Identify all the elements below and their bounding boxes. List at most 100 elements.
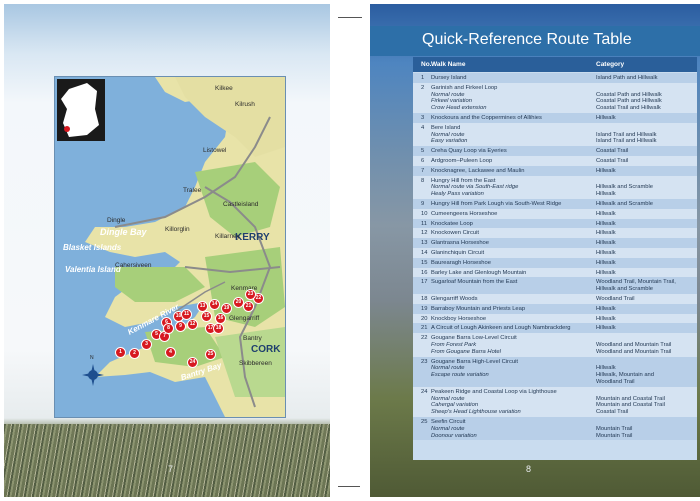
category-line: Hillwalk — [596, 220, 616, 227]
category-line — [596, 389, 696, 396]
route-marker[interactable]: 2 — [129, 348, 140, 359]
walk-name-cell: Peakeen Ridge and Coastal Loop via Light… — [431, 389, 601, 416]
walk-name: Knockatee Loop — [431, 220, 473, 227]
grass-photo — [4, 424, 330, 497]
walk-name: Gougane Barra High-Level Circuit — [431, 358, 518, 365]
route-marker[interactable]: 19 — [221, 303, 232, 314]
route-marker[interactable]: 15 — [201, 311, 212, 322]
walk-variation: Normal route — [431, 425, 465, 432]
compass-label: N — [90, 355, 94, 361]
walk-name-cell: Knockoura and the Coppermines of Allihie… — [431, 115, 601, 122]
walk-name-cell: Cumeengeera Horseshoe — [431, 211, 601, 218]
map-label-town: Kilrush — [235, 101, 255, 108]
walk-variation: Healy Pass variation — [431, 191, 484, 198]
walk-name-cell: A Circuit of Lough Akinkeen and Lough Na… — [431, 325, 601, 332]
walk-name: Barraboy Mountain and Priests Leap — [431, 305, 526, 312]
row-number: 1 — [421, 75, 425, 81]
walk-name: Peakeen Ridge and Coastal Loop via Light… — [431, 388, 557, 395]
table-row: 7 Knocknagree, Lackawee and Maulin Hillwal… — [413, 165, 697, 176]
category-line: Mountain and Coastal Trail — [596, 402, 665, 409]
page-number: 7 — [168, 464, 174, 474]
route-marker[interactable]: 4 — [165, 347, 176, 358]
table-row: 16 Barley Lake and Glenlough Mountain Hill… — [413, 267, 697, 278]
category-cell: Hillwalk Hillwalk, Mountain and Woodland T… — [596, 359, 696, 386]
category-cell: Hillwalk — [596, 325, 696, 332]
compass-icon — [82, 364, 104, 386]
walk-variation: Normal route — [431, 91, 465, 98]
route-map: Blasket Islands Dingle Bay Valentia Isla… — [54, 76, 286, 418]
walk-name: Bere Island — [431, 124, 461, 131]
route-marker[interactable]: 21 — [243, 301, 254, 312]
walk-name: Baurearagh Horseshoe — [431, 259, 491, 266]
walk-name: Glaninchiquin Circuit — [431, 250, 485, 256]
walk-name: Glantrasna Horseshoe — [431, 240, 489, 247]
row-number: 22 — [421, 335, 428, 342]
walk-name-cell: Knockatee Loop — [431, 221, 601, 228]
route-marker[interactable]: 12 — [187, 319, 198, 330]
route-marker[interactable]: 14 — [209, 299, 220, 310]
row-number: 4 — [421, 124, 425, 131]
category-line — [596, 419, 696, 426]
table-row: 6 Ardgroom–Puleen Loop Coastal Trail — [413, 156, 697, 166]
category-cell: Woodland and Mountain Trail Woodland and … — [596, 335, 696, 355]
route-marker[interactable]: 1 — [115, 347, 126, 358]
walk-name: Ardgroom–Puleen Loop — [431, 158, 493, 164]
column-header-walk-name: Walk Name — [431, 61, 466, 68]
walk-name-cell: Glengarriff Woods — [431, 296, 601, 303]
walk-variation: From Forest Park — [431, 341, 477, 348]
route-marker[interactable]: 24 — [187, 357, 198, 368]
category-line — [596, 335, 696, 342]
walk-name: Knocknagree, Lackawee and Maulin — [431, 167, 525, 174]
category-line — [596, 359, 696, 366]
walk-name: Glengarriff Woods — [431, 296, 478, 302]
route-marker[interactable]: 18 — [213, 323, 224, 334]
walk-name: Creha Quay Loop via Eyeries — [431, 148, 507, 155]
walk-name: Barley Lake and Glenlough Mountain — [431, 269, 527, 276]
route-marker[interactable]: 25 — [205, 349, 216, 360]
route-marker[interactable]: 3 — [141, 339, 152, 350]
category-cell: Island Trail and Hillwalk Island Trail an… — [596, 125, 696, 145]
walk-variation: Crow Head extension — [431, 105, 487, 112]
row-number: 7 — [421, 167, 425, 174]
walk-name-cell: Hungry Hill from Park Lough via South-We… — [431, 201, 601, 208]
table-row: 1 Dursey Island Island Path and Hillwalk — [413, 73, 697, 83]
table-row: 8 Hungry Hill from the East Normal route v… — [413, 175, 697, 199]
category-line — [596, 85, 696, 92]
category-line: Hillwalk — [596, 325, 616, 332]
row-number: 16 — [421, 269, 428, 276]
category-line: Island Trail and Hillwalk — [596, 131, 657, 138]
category-line: Island Trail and Hillwalk — [596, 138, 657, 145]
map-label-town: Tralee — [183, 187, 202, 194]
category-cell: Hillwalk — [596, 168, 696, 175]
route-marker[interactable]: 23 — [245, 289, 256, 300]
table-row: 17 Sugarloaf Mountain from the East Woodla… — [413, 277, 697, 294]
row-number: 20 — [421, 315, 428, 322]
table-row: 24 Peakeen Ridge and Coastal Loop via Lig… — [413, 386, 697, 417]
walk-variation: Escape route variation — [431, 372, 489, 379]
walk-name: Hungry Hill from Park Lough via South-We… — [431, 201, 562, 207]
category-line: Coastal Trail and Hillwalk — [596, 105, 661, 112]
row-number: 6 — [421, 158, 425, 164]
table-row: 9 Hungry Hill from Park Lough via South-W… — [413, 199, 697, 209]
right-page: Quick-Reference Route Table No. Walk Nam… — [370, 4, 700, 497]
walk-name-cell: Baurearagh Horseshoe — [431, 260, 601, 267]
category-cell: Hillwalk — [596, 270, 696, 277]
category-cell: Coastal Path and Hillwalk Coastal Path an… — [596, 85, 696, 112]
walk-name-cell: Knockowen Circuit — [431, 230, 601, 237]
route-marker[interactable]: 9 — [175, 321, 186, 332]
row-number: 19 — [421, 305, 428, 312]
walk-name-cell: Dursey Island — [431, 75, 601, 82]
table-row: 22 Gougane Barra Low-Level Circuit From Fo… — [413, 333, 697, 357]
walk-name-cell: Ardgroom–Puleen Loop — [431, 158, 601, 165]
route-marker[interactable]: 8 — [163, 323, 174, 334]
walk-variation: Normal route via South-East ridge — [431, 184, 519, 191]
table-row: 15 Baurearagh Horseshoe Hillwalk — [413, 257, 697, 268]
row-number: 5 — [421, 148, 425, 155]
book-spread: Blasket Islands Dingle Bay Valentia Isla… — [0, 0, 700, 501]
category-cell: Hillwalk — [596, 306, 696, 313]
walk-variation: Firkeel variation — [431, 98, 472, 105]
category-cell: Mountain Trail Mountain Trail — [596, 419, 696, 439]
category-line: Coastal Path and Hillwalk — [596, 91, 662, 98]
walk-name: Garinish and Firkeel Loop — [431, 84, 498, 91]
category-line: Hillwalk — [596, 210, 616, 217]
